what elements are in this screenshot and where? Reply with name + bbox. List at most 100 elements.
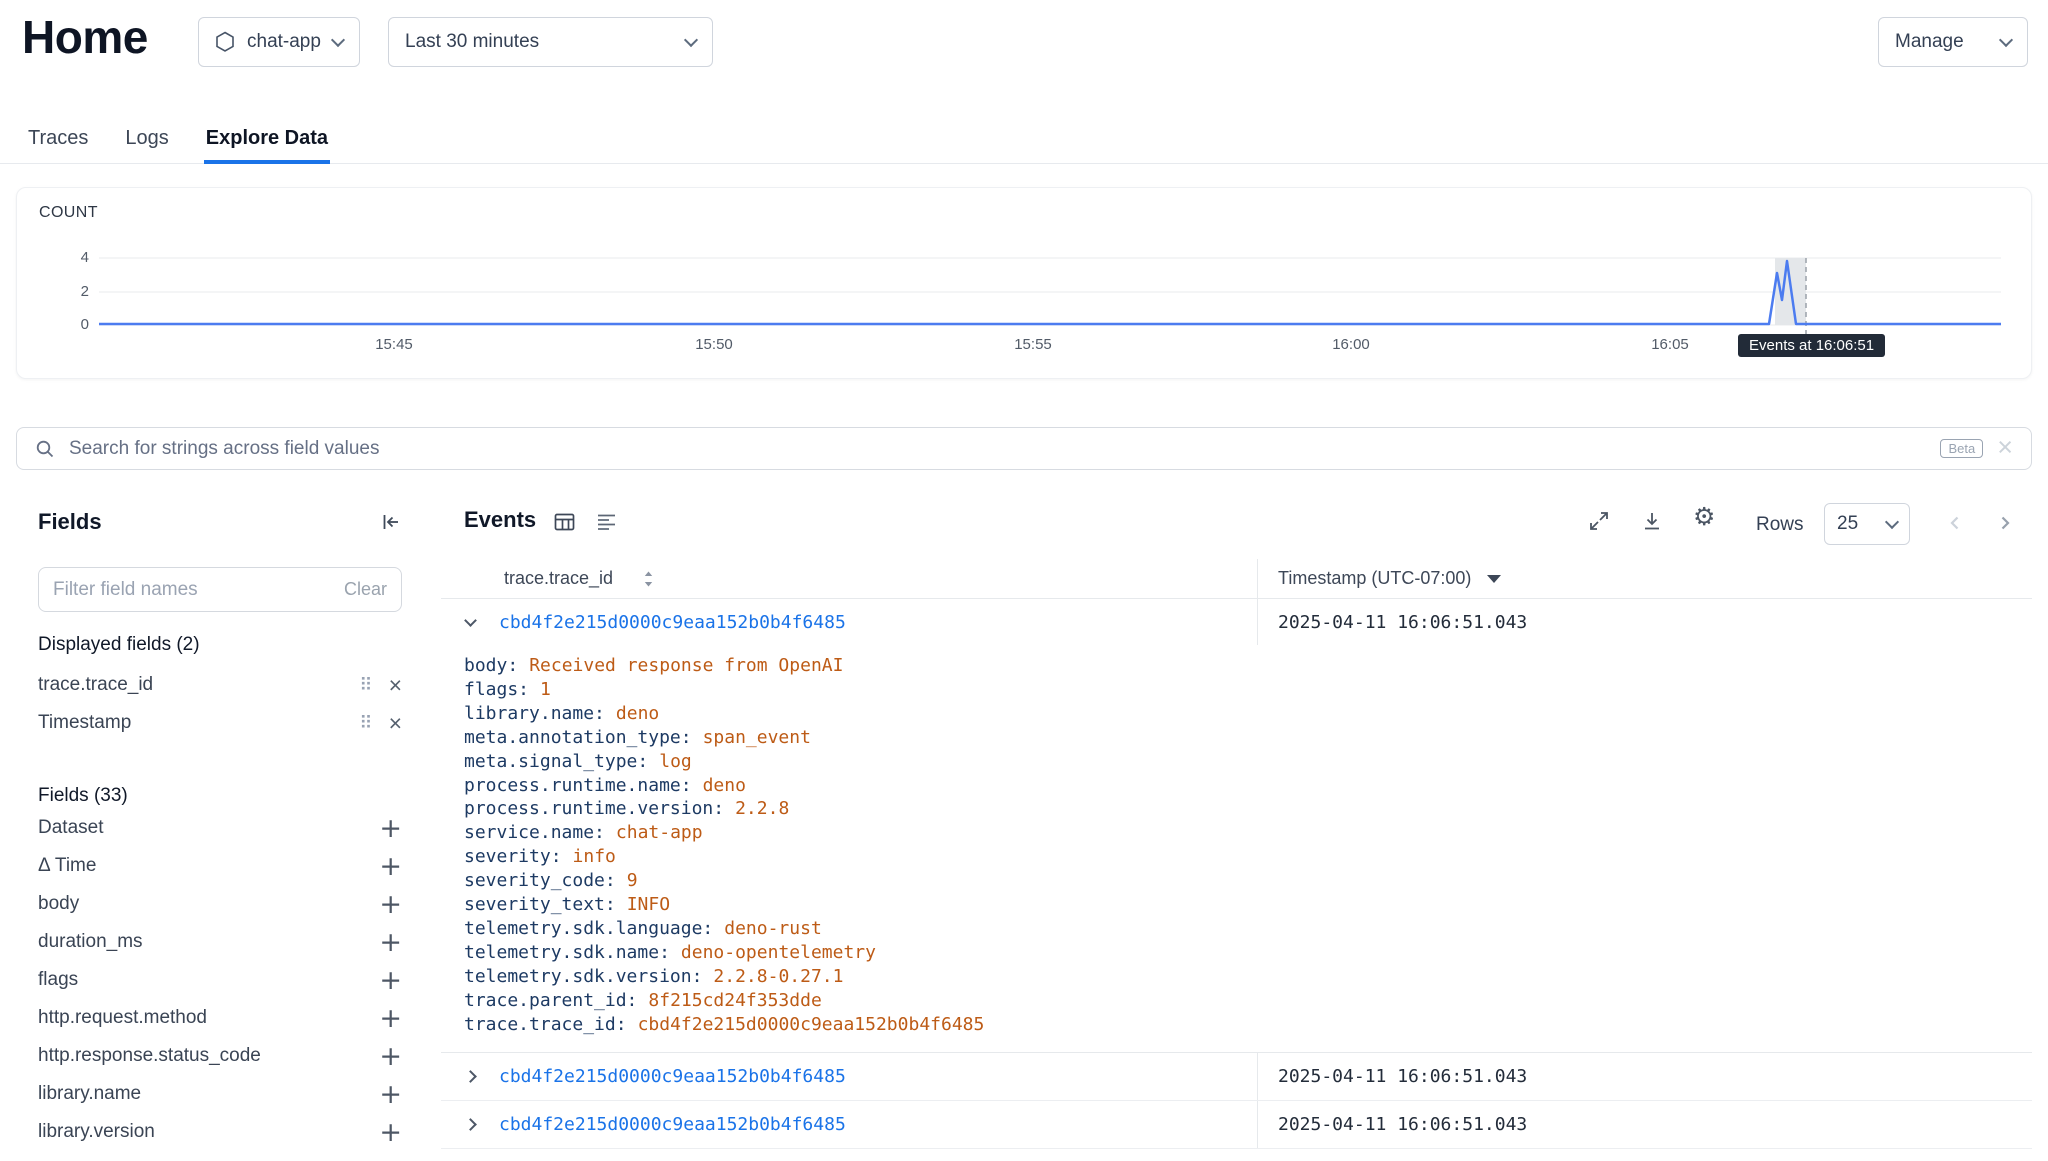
filter-clear-button[interactable]: Clear [344,579,387,600]
chevron-down-icon [1885,514,1899,528]
download-icon[interactable] [1641,510,1663,532]
drag-handle-icon[interactable]: ⠿ [359,713,372,734]
time-range-selector[interactable]: Last 30 minutes [388,17,713,67]
gear-icon[interactable]: ⚙ [1693,504,1715,529]
tab-explore-data[interactable]: Explore Data [204,116,330,164]
remove-field-icon[interactable]: × [389,674,402,697]
detail-line: severity_code:9 [464,869,2032,893]
detail-line: process.runtime.version:2.2.8 [464,797,2032,821]
dataset-selector[interactable]: chat-app [198,17,360,67]
displayed-field-row: trace.trace_id ⠿ × [38,666,402,704]
event-timestamp: 2025-04-11 16:06:51.043 [1278,612,1527,633]
field-row: http.request.method + [38,999,402,1037]
fields-title: Fields [38,509,102,535]
events-title: Events [464,507,536,533]
previous-page-icon[interactable] [1944,512,1966,534]
collapse-row-icon[interactable] [464,614,477,627]
search-bar: Beta × [16,427,2032,470]
x-tick: 15:55 [988,336,1078,353]
tab-logs[interactable]: Logs [123,116,170,164]
drag-handle-icon[interactable]: ⠿ [359,675,372,696]
detail-line: flags:1 [464,678,2032,702]
tab-traces[interactable]: Traces [26,116,90,164]
field-label: http.response.status_code [38,1045,363,1067]
all-fields-title: Fields (33) [38,785,402,809]
x-tick: 16:05 [1625,336,1715,353]
add-field-icon[interactable]: + [379,929,402,956]
events-table: trace.trace_id Timestamp (UTC-07:00) cbd… [441,559,2032,1149]
column-header-trace-id[interactable]: trace.trace_id [441,559,1257,598]
column-header-timestamp[interactable]: Timestamp (UTC-07:00) [1257,559,2032,598]
trace-id-link[interactable]: cbd4f2e215d0000c9eaa152b0b4f6485 [499,1114,846,1135]
detail-line: telemetry.sdk.name:deno-opentelemetry [464,941,2032,965]
event-row[interactable]: cbd4f2e215d0000c9eaa152b0b4f6485 2025-04… [441,599,2032,645]
add-field-icon[interactable]: + [379,967,402,994]
detail-line: severity:info [464,845,2032,869]
event-row[interactable]: cbd4f2e215d0000c9eaa152b0b4f6485 2025-04… [441,1101,2032,1149]
events-table-header: trace.trace_id Timestamp (UTC-07:00) [441,559,2032,599]
list-view-icon[interactable] [595,511,618,533]
displayed-field-row: Timestamp ⠿ × [38,704,402,742]
field-label: Dataset [38,817,363,839]
time-range-label: Last 30 minutes [405,31,539,53]
search-icon [35,439,55,459]
expand-row-icon[interactable] [464,1118,477,1131]
detail-line: meta.signal_type:log [464,750,2032,774]
y-tick: 0 [53,316,89,334]
event-detail: body:Received response from OpenAI flags… [441,645,2032,1053]
x-tick: 16:00 [1306,336,1396,353]
count-chart: COUNT 4 2 0 15:45 15:50 15:55 16:00 16:0… [16,187,2032,379]
collapse-panel-icon[interactable] [380,511,402,533]
next-page-icon[interactable] [1994,512,2016,534]
add-field-icon[interactable]: + [379,1081,402,1108]
rows-per-page-value: 25 [1837,513,1858,535]
y-tick: 4 [53,249,89,267]
field-filter-input[interactable] [53,579,334,601]
search-close-icon[interactable]: × [1997,434,2013,461]
event-timestamp: 2025-04-11 16:06:51.043 [1278,1114,1527,1135]
field-label: body [38,893,363,915]
rows-label: Rows [1756,514,1804,536]
manage-button[interactable]: Manage [1878,17,2028,67]
chevron-down-icon [331,32,345,46]
detail-line: telemetry.sdk.language:deno-rust [464,917,2032,941]
y-tick: 2 [53,283,89,301]
x-tick: 15:45 [349,336,439,353]
main-tabs: Traces Logs Explore Data [0,116,2048,164]
home-page: Home chat-app Last 30 minutes Manage Tra… [0,0,2048,1161]
dataset-label: chat-app [247,31,321,53]
field-label: http.request.method [38,1007,363,1029]
field-row: library.name + [38,1075,402,1113]
expand-icon[interactable] [1588,510,1610,532]
add-field-icon[interactable]: + [379,1005,402,1032]
displayed-field-label: trace.trace_id [38,674,343,696]
detail-line: telemetry.sdk.version:2.2.8-0.27.1 [464,965,2032,989]
field-label: flags [38,969,363,991]
detail-line: library.name:deno [464,702,2032,726]
detail-line: service.name:chat-app [464,821,2032,845]
trace-id-link[interactable]: cbd4f2e215d0000c9eaa152b0b4f6485 [499,612,846,633]
field-filter: Clear [38,567,402,612]
event-row[interactable]: cbd4f2e215d0000c9eaa152b0b4f6485 2025-04… [441,1053,2032,1101]
detail-line: trace.trace_id:cbd4f2e215d0000c9eaa152b0… [464,1013,2032,1037]
page-title: Home [22,10,148,64]
add-field-icon[interactable]: + [379,891,402,918]
event-timestamp: 2025-04-11 16:06:51.043 [1278,1066,1527,1087]
table-view-icon[interactable] [553,511,576,533]
add-field-icon[interactable]: + [379,1043,402,1070]
field-row: flags + [38,961,402,999]
add-field-icon[interactable]: + [379,1119,402,1146]
add-field-icon[interactable]: + [379,815,402,842]
add-field-icon[interactable]: + [379,853,402,880]
trace-id-link[interactable]: cbd4f2e215d0000c9eaa152b0b4f6485 [499,1066,846,1087]
search-input[interactable] [69,438,1926,460]
displayed-fields-title: Displayed fields (2) [38,634,402,658]
field-label: library.version [38,1121,363,1143]
rows-per-page-select[interactable]: 25 [1824,503,1910,545]
detail-line: severity_text:INFO [464,893,2032,917]
remove-field-icon[interactable]: × [389,712,402,735]
displayed-field-label: Timestamp [38,712,343,734]
detail-line: meta.annotation_type:span_event [464,726,2032,750]
detail-line: body:Received response from OpenAI [464,654,2032,678]
expand-row-icon[interactable] [464,1070,477,1083]
